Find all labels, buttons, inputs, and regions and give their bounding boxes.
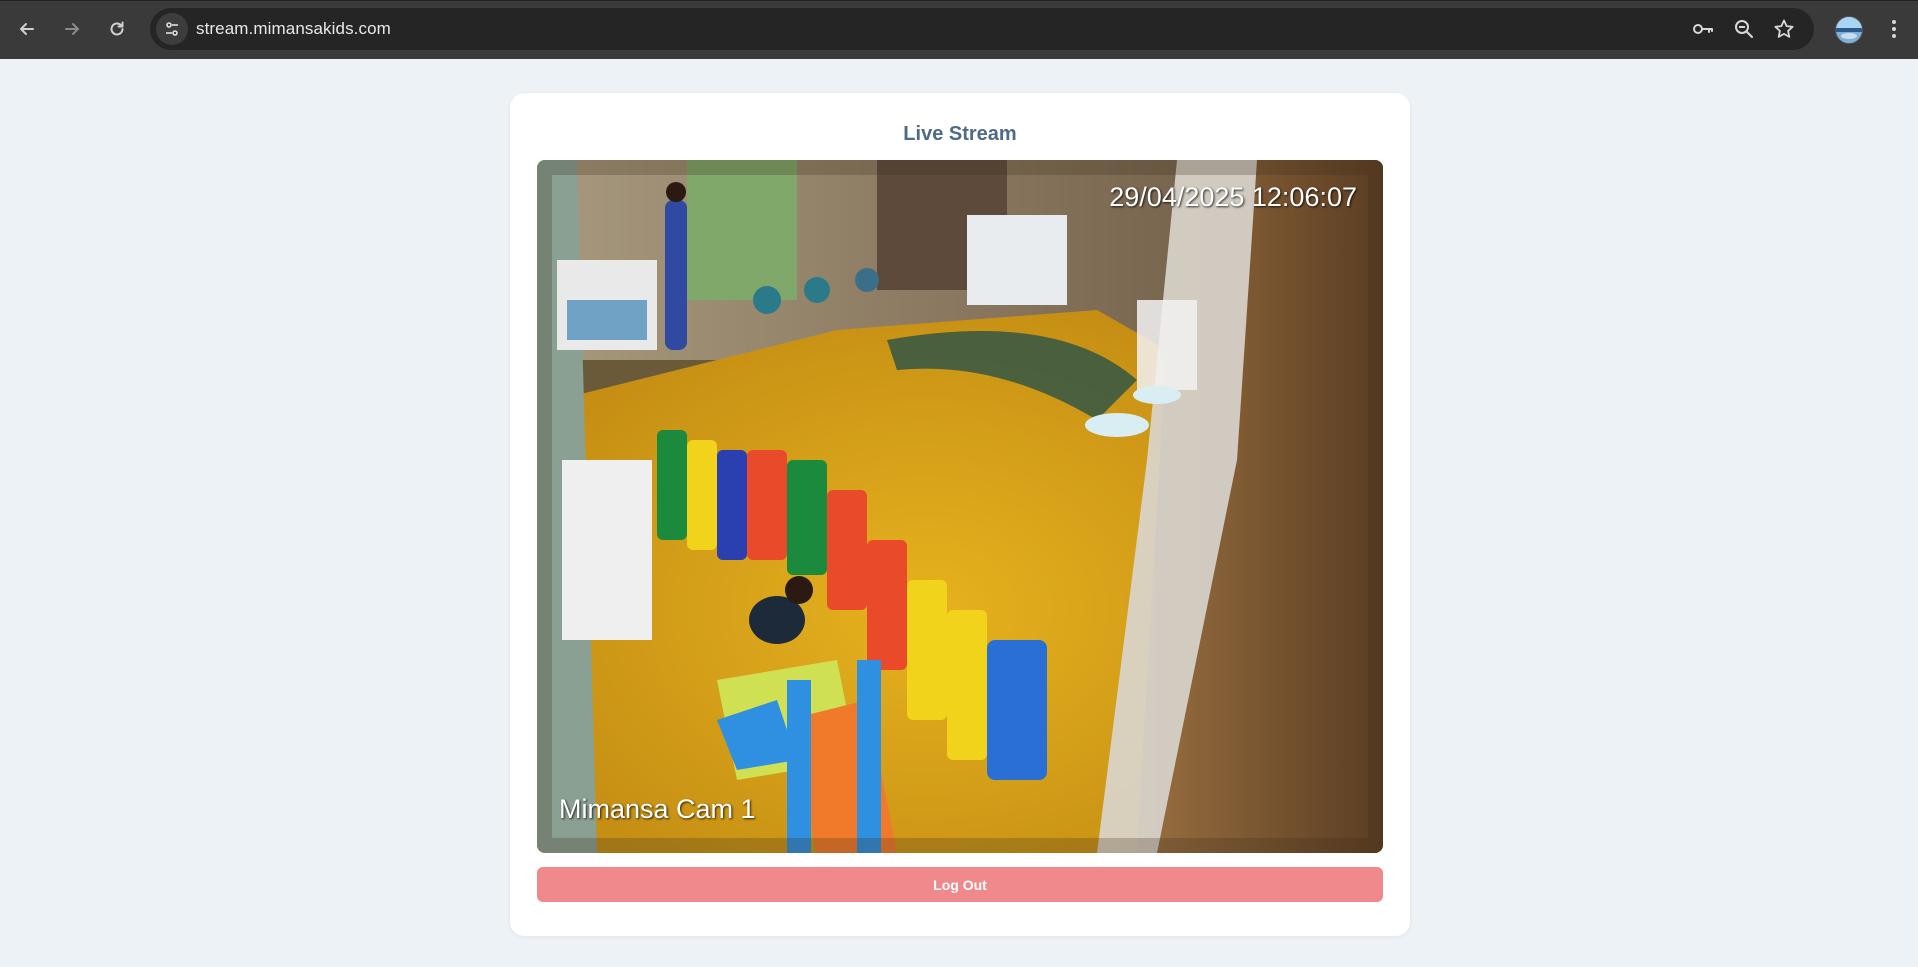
bookmark-button[interactable] (1772, 17, 1796, 41)
address-bar[interactable]: stream.mimansakids.com (150, 8, 1814, 50)
back-button[interactable] (11, 13, 43, 45)
url-text[interactable]: stream.mimansakids.com (196, 19, 391, 39)
video-frame (537, 160, 1383, 853)
browser-toolbar: stream.mimansakids.com (0, 0, 1918, 59)
camera-label: Mimansa Cam 1 (559, 794, 756, 824)
zoom-out-icon (1735, 20, 1753, 38)
profile-picture (1836, 17, 1862, 43)
reload-icon (110, 21, 124, 36)
reload-button[interactable] (101, 13, 133, 45)
menu-button[interactable] (1880, 15, 1908, 43)
page-title: Live Stream (903, 123, 1017, 145)
passwords-button[interactable] (1691, 17, 1715, 41)
stream-card: Live Stream 29/04/2025 12:06:07 Mimansa … (510, 93, 1410, 936)
avatar[interactable] (1835, 16, 1863, 44)
video-timestamp: 29/04/2025 12:06:07 (1109, 182, 1357, 212)
arrow-left-icon (20, 23, 34, 35)
key-icon (1693, 24, 1713, 34)
logout-button[interactable]: Log Out (537, 867, 1383, 902)
star-icon (1774, 19, 1794, 38)
forward-button[interactable] (56, 13, 88, 45)
kebab-menu-icon (1892, 20, 1896, 38)
live-video-player[interactable]: 29/04/2025 12:06:07 Mimansa Cam 1 (537, 160, 1383, 853)
arrow-right-icon (65, 23, 79, 35)
tune-icon (166, 22, 178, 36)
zoom-button[interactable] (1732, 17, 1756, 41)
site-info-button[interactable] (156, 13, 188, 45)
